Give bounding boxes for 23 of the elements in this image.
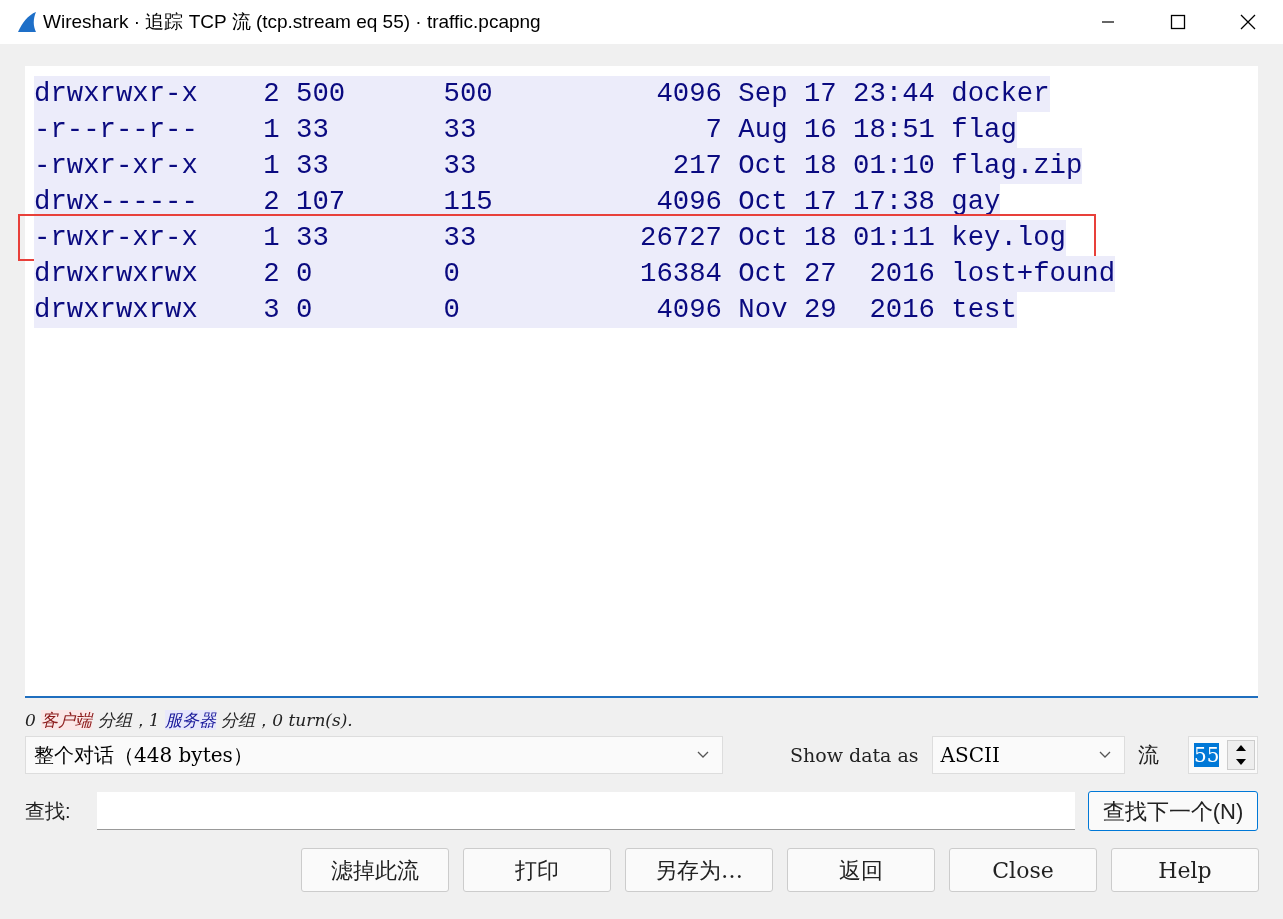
status-text: 0 客户端 分组，1 服务器 分组，0 turn(s). <box>24 709 354 732</box>
window-title: Wireshark · 追踪 TCP 流 (tcp.stream eq 55) · traffic.pcapng <box>43 9 541 34</box>
dialog-button[interactable]: 返回 <box>787 848 935 892</box>
maximize-icon <box>1170 14 1186 30</box>
find-label: 查找: <box>25 799 72 824</box>
stream-spinbox[interactable]: 55 <box>1188 736 1258 774</box>
show-data-label: Show data as <box>790 742 919 768</box>
find-input[interactable] <box>97 792 1075 830</box>
down-arrow-icon[interactable] <box>1236 759 1246 765</box>
dialog-button[interactable]: 打印 <box>463 848 611 892</box>
caret-icon <box>696 750 710 760</box>
close-icon <box>1240 14 1256 30</box>
up-arrow-icon[interactable] <box>1236 745 1246 751</box>
find-next-button[interactable]: 查找下一个(N) <box>1088 791 1258 831</box>
shark-fin-icon <box>16 11 38 33</box>
stream-label: 流 <box>1137 742 1159 769</box>
conversation-dropdown[interactable]: 整个对话（448 bytes） <box>25 736 723 774</box>
show-data-dropdown[interactable]: ASCII <box>931 736 1125 774</box>
dialog-button[interactable]: Help <box>1111 848 1259 892</box>
caret-icon <box>1097 750 1112 760</box>
dialog-button[interactable]: 另存为… <box>625 848 773 892</box>
dialog-button[interactable]: Close <box>949 848 1097 892</box>
dialog-button[interactable]: 滤掉此流 <box>301 848 449 892</box>
